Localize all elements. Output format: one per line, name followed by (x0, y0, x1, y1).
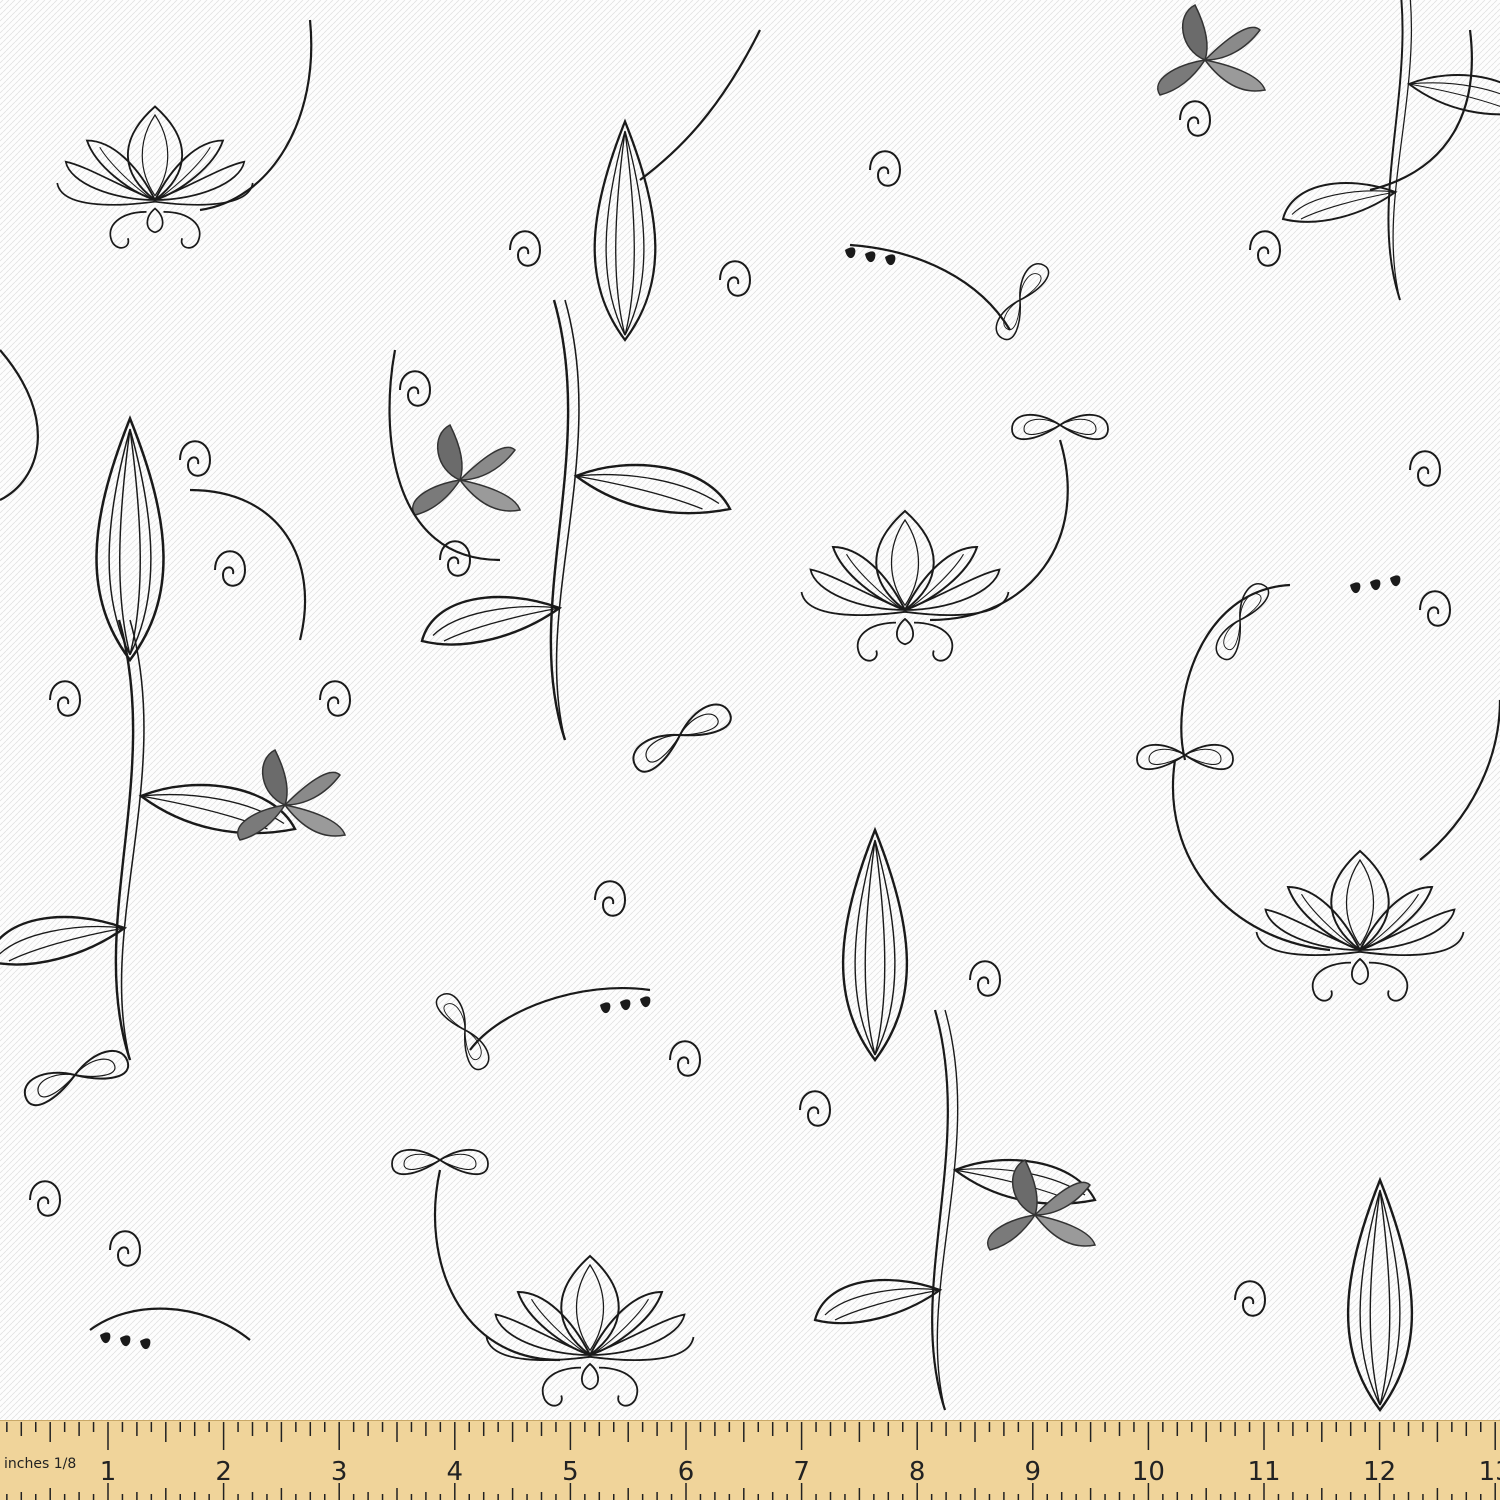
ruler-unit-label: inches 1/8 (4, 1456, 76, 1472)
measuring-ruler: 12345678910111213 inches 1/8 (0, 1420, 1500, 1500)
ruler-number: 6 (678, 1457, 695, 1487)
ruler-number: 2 (215, 1457, 232, 1487)
floral-fabric-pattern (0, 0, 1500, 1420)
ruler-number: 11 (1247, 1457, 1280, 1487)
ruler-number: 9 (1025, 1457, 1042, 1487)
ruler-number: 5 (562, 1457, 579, 1487)
ruler-number: 1 (100, 1457, 117, 1487)
ruler-number: 13 (1479, 1457, 1500, 1487)
ruler-number: 7 (793, 1457, 810, 1487)
fabric-background (0, 0, 1500, 1420)
ruler-number: 3 (331, 1457, 348, 1487)
ruler-number: 10 (1132, 1457, 1165, 1487)
ruler-number: 8 (909, 1457, 926, 1487)
ruler-number: 12 (1363, 1457, 1396, 1487)
ruler-number: 4 (447, 1457, 464, 1487)
